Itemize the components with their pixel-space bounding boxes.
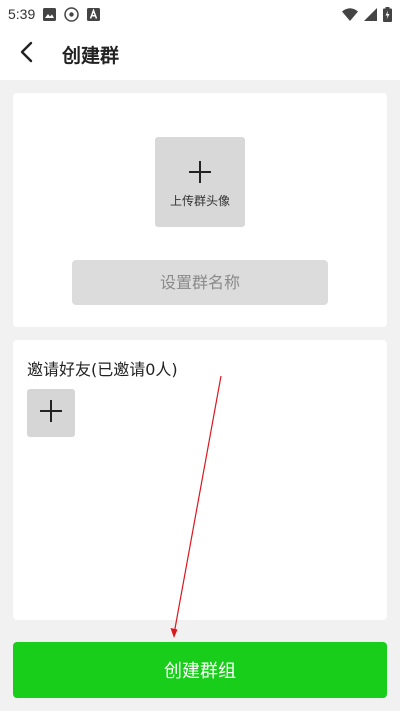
plus-icon (188, 160, 212, 188)
image-notification-icon (43, 7, 57, 21)
upload-avatar-label: 上传群头像 (169, 193, 230, 208)
plus-icon (39, 399, 63, 427)
status-right (342, 6, 392, 22)
status-left: 5:39 (8, 6, 101, 22)
group-name-input[interactable] (72, 260, 328, 305)
status-time: 5:39 (8, 6, 36, 22)
radio-notification-icon (64, 6, 79, 22)
group-info-card: 上传群头像 (13, 93, 387, 327)
page-title: 创建群 (62, 44, 120, 67)
create-group-button[interactable]: 创建群组 (13, 642, 387, 698)
a-notification-icon (87, 7, 101, 21)
invite-friends-card: 邀请好友(已邀请0人) (13, 340, 387, 620)
upload-avatar-button[interactable]: 上传群头像 (155, 137, 245, 227)
app-bar: 创建群 (0, 28, 400, 80)
wifi-icon (342, 7, 358, 21)
invite-add-button[interactable] (27, 389, 75, 437)
battery-icon (383, 6, 392, 22)
status-bar: 5:39 (0, 0, 400, 28)
back-button[interactable] (4, 28, 48, 80)
invite-friends-title: 邀请好友(已邀请0人) (27, 360, 178, 379)
signal-icon (364, 7, 377, 21)
chevron-left-icon (19, 41, 33, 67)
